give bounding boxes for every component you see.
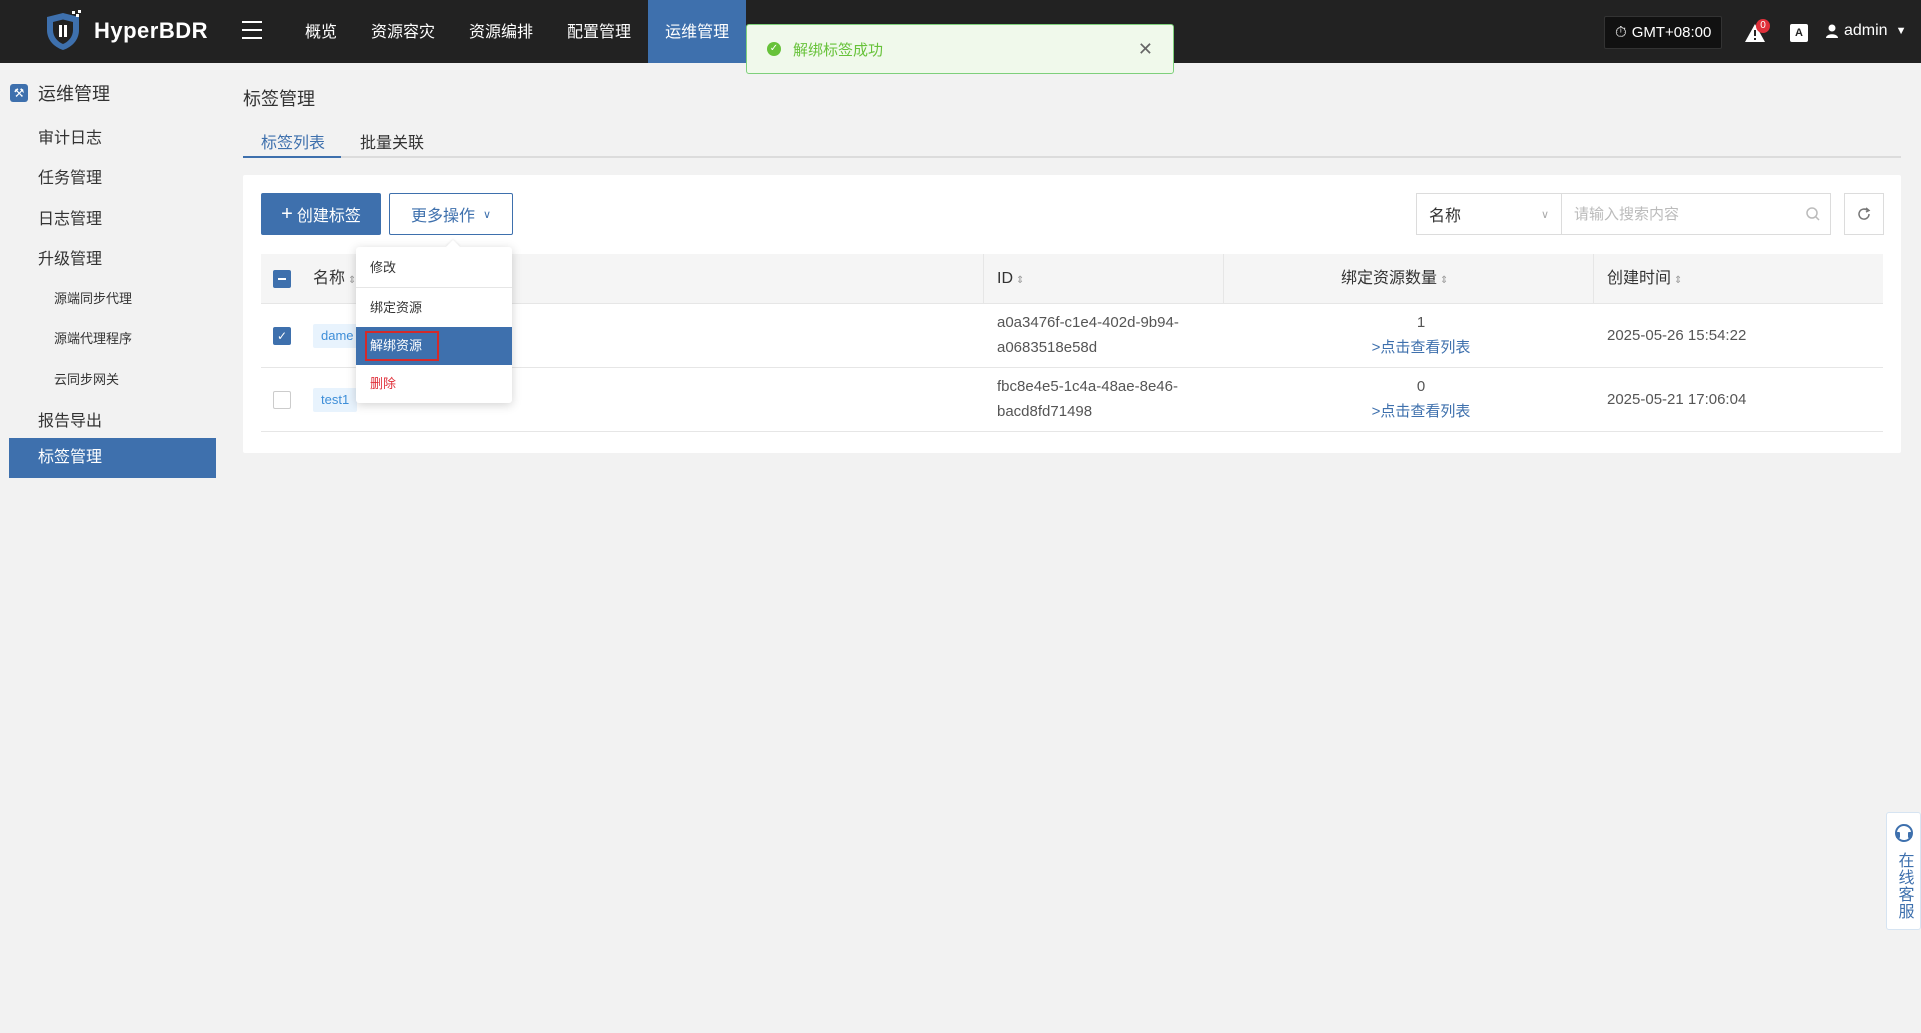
logo[interactable]: HyperBDR [42, 10, 208, 52]
refresh-button[interactable] [1844, 193, 1884, 235]
check-circle-icon: ✓ [767, 42, 781, 56]
tag-id-line: bacd8fd71498 [997, 403, 1093, 420]
view-list-link[interactable]: >点击查看列表 [1301, 335, 1541, 360]
active-tab-indicator [243, 156, 341, 158]
menu-item-delete[interactable]: 删除 [356, 365, 512, 403]
search-field-select[interactable]: 名称 ∨ [1416, 193, 1562, 235]
chevron-down-icon: ∨ [1540, 208, 1549, 221]
sort-icon: ⇕ [1440, 275, 1449, 286]
sidebar-section-title[interactable]: ⚒ 运维管理 [10, 80, 110, 106]
tag-id-line: fbc8e4e5-1c4a-48ae-8e46- [997, 378, 1178, 395]
menu-item-bind-resource[interactable]: 绑定资源 [356, 289, 512, 327]
column-id[interactable]: ID ⇕ [997, 254, 1024, 304]
create-tag-label: 创建标签 [296, 208, 361, 225]
online-service-button[interactable]: 在线客服 [1886, 812, 1921, 930]
more-actions-menu: 修改 绑定资源 解绑资源 删除 [356, 247, 512, 403]
sidebar-item-cloud-gateway[interactable]: 云同步网关 [54, 369, 119, 388]
user-menu[interactable]: admin ▼ [1826, 22, 1906, 40]
sidebar-section-label: 运维管理 [38, 84, 110, 104]
column-name-label: 名称 [313, 270, 346, 287]
tag-name[interactable]: dame [313, 324, 362, 348]
nav-resource-dr[interactable]: 资源容灾 [354, 0, 452, 63]
chevron-down-icon: ∨ [482, 208, 492, 221]
app-name: HyperBDR [94, 18, 209, 43]
language-icon[interactable]: A [1790, 24, 1808, 42]
column-resource-count[interactable]: 绑定资源数量 ⇕ [1341, 254, 1448, 304]
sidebar-item-task[interactable]: 任务管理 [38, 164, 102, 188]
select-all-checkbox[interactable] [273, 270, 291, 288]
resource-count-value: 0 [1416, 378, 1426, 395]
sort-icon: ⇕ [1016, 275, 1025, 286]
success-toast: ✓ 解绑标签成功 ✕ [746, 24, 1174, 74]
nav-config[interactable]: 配置管理 [550, 0, 648, 63]
column-divider [1593, 254, 1594, 304]
resource-count: 0 >点击查看列表 [1301, 374, 1541, 424]
tab-bar: 标签列表 批量关联 [243, 126, 1901, 158]
create-tag-button[interactable]: + 创建标签 [261, 193, 381, 235]
nav-operations[interactable]: 运维管理 [648, 0, 747, 63]
search-icon[interactable] [1805, 206, 1821, 222]
menu-toggle-icon[interactable] [242, 14, 270, 46]
wrench-icon: ⚒ [10, 84, 28, 102]
user-icon [1826, 24, 1838, 38]
sidebar: ⚒ 运维管理 审计日志 任务管理 日志管理 升级管理 源端同步代理 源端代理程序… [0, 63, 224, 1033]
close-icon[interactable]: ✕ [1138, 40, 1153, 58]
menu-item-edit[interactable]: 修改 [356, 249, 512, 287]
view-list-link[interactable]: >点击查看列表 [1301, 399, 1541, 424]
tag-id-line: a0683518e58d [997, 339, 1098, 356]
highlight-box [365, 331, 439, 361]
search-input[interactable] [1562, 193, 1831, 235]
tab-batch-associate[interactable]: 批量关联 [360, 129, 424, 153]
tag-id: a0a3476f-c1e4-402d-9b94- a0683518e58d [997, 310, 1179, 360]
tab-tag-list[interactable]: 标签列表 [261, 129, 325, 153]
alert-count-badge: 0 [1756, 19, 1770, 33]
column-id-label: ID [997, 270, 1013, 287]
user-name: admin [1844, 22, 1888, 39]
plus-icon: + [281, 203, 293, 225]
tag-id-line: a0a3476f-c1e4-402d-9b94- [997, 314, 1179, 331]
sidebar-item-upgrade[interactable]: 升级管理 [38, 245, 102, 269]
resource-count: 1 >点击查看列表 [1301, 310, 1541, 360]
sidebar-item-log[interactable]: 日志管理 [38, 205, 102, 229]
nav-orchestration[interactable]: 资源编排 [452, 0, 550, 63]
column-resource-count-label: 绑定资源数量 [1341, 270, 1438, 287]
timezone-display[interactable]: ⏱ GMT+08:00 [1604, 16, 1723, 49]
sidebar-item-tag-management[interactable]: 标签管理 [9, 438, 216, 478]
nav-overview[interactable]: 概览 [288, 0, 354, 63]
more-actions-label: 更多操作 [410, 208, 475, 225]
tag-name[interactable]: test1 [313, 388, 358, 412]
main-nav: 概览 资源容灾 资源编排 配置管理 运维管理 [288, 0, 747, 63]
resource-count-value: 1 [1416, 314, 1426, 331]
created-time: 2025-05-21 17:06:04 [1607, 391, 1747, 408]
more-actions-button[interactable]: 更多操作 ∨ [389, 193, 513, 235]
refresh-icon [1858, 207, 1871, 220]
tag-id: fbc8e4e5-1c4a-48ae-8e46- bacd8fd71498 [997, 374, 1178, 424]
column-divider [983, 254, 984, 304]
column-created-time-label: 创建时间 [1607, 270, 1672, 287]
logo-shield-icon [47, 10, 81, 50]
created-time: 2025-05-26 15:54:22 [1607, 327, 1747, 344]
headset-icon [1894, 824, 1913, 842]
chevron-down-icon: ▼ [1895, 25, 1907, 37]
sort-icon: ⇕ [1674, 275, 1683, 286]
sidebar-item-audit-log[interactable]: 审计日志 [38, 124, 102, 148]
sidebar-item-report-export[interactable]: 报告导出 [38, 407, 102, 431]
row-checkbox[interactable]: ✓ [273, 327, 291, 345]
column-divider [1223, 254, 1224, 304]
row-checkbox[interactable] [273, 391, 291, 409]
menu-divider [356, 287, 512, 288]
sidebar-item-source-agent[interactable]: 源端代理程序 [54, 328, 132, 347]
menu-item-unbind-resource[interactable]: 解绑资源 [356, 327, 512, 365]
search-field-value: 名称 [1429, 208, 1462, 225]
toast-message: 解绑标签成功 [793, 41, 884, 59]
clock-icon: ⏱ [1615, 24, 1627, 41]
online-service-label: 在线客服 [1895, 852, 1913, 920]
timezone-label: GMT+08:00 [1631, 24, 1712, 41]
column-name[interactable]: 名称 ⇕ [313, 254, 356, 304]
column-created-time[interactable]: 创建时间 ⇕ [1607, 254, 1682, 304]
page-title: 标签管理 [243, 89, 315, 109]
sidebar-item-source-sync-agent[interactable]: 源端同步代理 [54, 288, 132, 307]
